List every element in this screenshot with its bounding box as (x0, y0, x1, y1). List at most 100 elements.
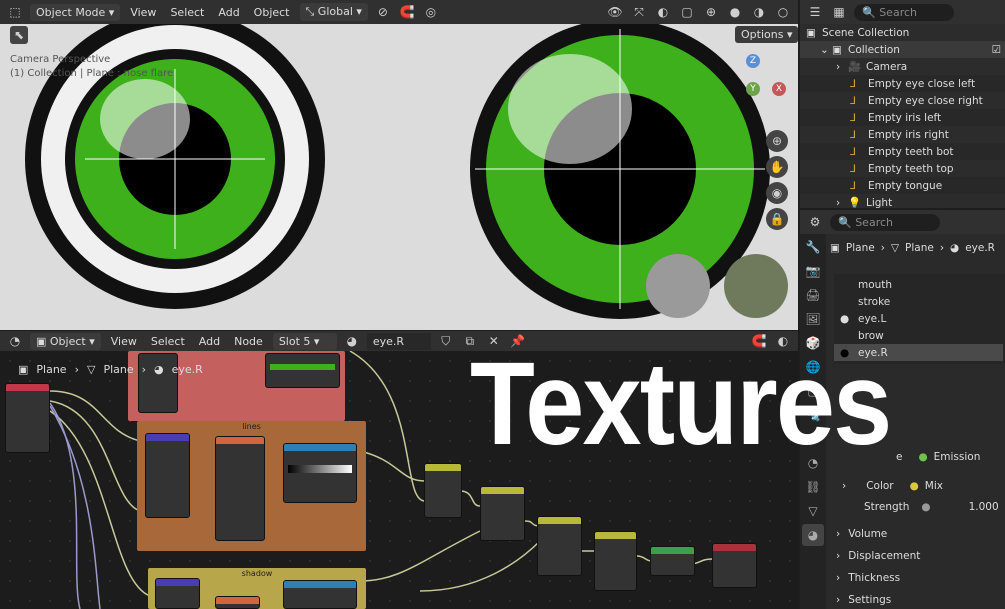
mix-node[interactable] (594, 531, 637, 591)
outliner-row-empty[interactable]: ⅃ Empty eye close left (800, 75, 1005, 92)
outliner-editor-icon[interactable]: ☰ (806, 3, 824, 21)
fake-user-shield-icon[interactable]: ⛉ (437, 332, 455, 350)
snap-icon[interactable]: 🧲 (398, 3, 416, 21)
camera-view-icon[interactable]: ◉ (766, 182, 788, 204)
menu-object[interactable]: Object (250, 4, 294, 21)
material-slot[interactable]: mouth (834, 276, 1003, 293)
mapping-node[interactable] (155, 578, 200, 609)
rendered-shading-icon[interactable]: ○ (774, 3, 792, 21)
slot-dropdown[interactable]: Slot 5 ▾ (272, 332, 337, 350)
mix-node[interactable] (537, 516, 582, 576)
solid-shading-icon[interactable]: ● (726, 3, 744, 21)
thickness-panel[interactable]: › Thickness (830, 568, 1005, 588)
tool-select-icon[interactable]: ⬉ (10, 26, 28, 44)
constraints-tab-icon[interactable]: ⛓ (802, 476, 824, 498)
options-button[interactable]: Options ▾ (735, 26, 798, 43)
shader-type-dropdown[interactable]: ▣ Object ▾ (30, 332, 101, 350)
material-shading-icon[interactable]: ◑ (750, 3, 768, 21)
gizmo-toggle-icon[interactable]: ⤧ (630, 3, 648, 21)
color-ramp-node[interactable] (283, 443, 357, 503)
menu-add[interactable]: Add (214, 4, 243, 21)
menu-select[interactable]: Select (147, 333, 189, 350)
mix-node[interactable] (480, 486, 525, 541)
outliner-label: Scene Collection (822, 26, 910, 39)
properties-editor-icon[interactable]: ⚙ (806, 213, 824, 231)
outliner-row-empty[interactable]: ⅃ Empty teeth bot (800, 143, 1005, 160)
empty-object-icon: ⅃ (850, 77, 856, 90)
zoom-icon[interactable]: ⊕ (766, 130, 788, 152)
overlay-icon[interactable]: ◐ (654, 3, 672, 21)
menu-view[interactable]: View (126, 4, 160, 21)
navigation-gizmo[interactable]: Z Y X (722, 52, 792, 122)
editor-type-icon[interactable]: ⬚ (6, 3, 24, 21)
outliner-row-camera[interactable]: › 🎥 Camera (800, 58, 1005, 75)
color-ramp-node[interactable] (283, 580, 357, 609)
material-browse-icon[interactable]: ◕ (343, 332, 361, 350)
outliner[interactable]: ☰ ▦ 🔍 Search ▣ Scene Collection ⌄ ▣ Coll… (800, 0, 1005, 208)
outliner-row-collection[interactable]: ⌄ ▣ Collection ☑ (800, 41, 1005, 58)
strength-value[interactable]: 1.000 (969, 501, 999, 513)
outliner-search-field[interactable]: 🔍 Search (854, 3, 954, 21)
outliner-row-scene-collection[interactable]: ▣ Scene Collection (800, 24, 1005, 41)
noise-texture-node[interactable] (215, 436, 265, 541)
viewport-canvas[interactable]: Camera Perspective (1) Collection | Plan… (0, 24, 798, 330)
pivot-icon[interactable]: ⊘ (374, 3, 392, 21)
chevron-down-icon[interactable]: ⌄ (820, 44, 832, 56)
properties-search-field[interactable]: 🔍 Search (830, 213, 940, 231)
mode-dropdown[interactable]: Object Mode ▾ (30, 3, 121, 21)
output-tab-icon[interactable]: 🖨 (802, 284, 824, 306)
left-eye (25, 24, 325, 309)
mapping-node[interactable] (138, 353, 178, 413)
menu-select[interactable]: Select (166, 4, 208, 21)
proportional-edit-icon[interactable]: ◎ (422, 3, 440, 21)
material-slot[interactable]: ● eye.L (834, 310, 1003, 327)
settings-panel[interactable]: › Settings (830, 590, 1005, 609)
outliner-row-empty[interactable]: ⅃ Empty iris left (800, 109, 1005, 126)
displacement-panel[interactable]: › Displacement (830, 546, 1005, 566)
visibility-icon[interactable]: 👁 (606, 3, 624, 21)
checkbox-icon[interactable]: ☑ (992, 44, 1001, 56)
chevron-right-icon[interactable]: › (836, 197, 848, 209)
menu-view[interactable]: View (107, 333, 141, 350)
render-tab-icon[interactable]: 📷 (802, 260, 824, 282)
color-ramp-node[interactable] (265, 353, 340, 388)
shader-value[interactable]: Emission (934, 451, 981, 463)
xray-icon[interactable]: ▢ (678, 3, 696, 21)
transform-orientation-dropdown[interactable]: ⤡ Global ▾ (299, 3, 368, 21)
volume-panel[interactable]: › Volume (830, 524, 1005, 544)
material-slot[interactable]: stroke (834, 293, 1003, 310)
tool-tab-icon[interactable]: 🔧 (802, 236, 824, 258)
color-row[interactable]: › Color ● Mix (830, 476, 1005, 496)
material-output-node[interactable] (712, 543, 757, 588)
menu-add[interactable]: Add (195, 333, 224, 350)
outliner-row-empty[interactable]: ⅃ Empty tongue (800, 177, 1005, 194)
outliner-row-empty[interactable]: ⅃ Empty eye close right (800, 92, 1005, 109)
3d-viewport[interactable]: Camera Perspective (1) Collection | Plan… (0, 0, 798, 330)
view-layer-tab-icon[interactable]: 🖼 (802, 308, 824, 330)
gizmo-y[interactable]: Y (746, 82, 760, 96)
material-name-field[interactable]: eye.R (366, 332, 431, 350)
outliner-row-light[interactable]: › 💡 Light (800, 194, 1005, 208)
material-tab-icon[interactable]: ◕ (802, 524, 824, 546)
emission-node[interactable] (650, 546, 695, 576)
mapping-node[interactable] (145, 433, 190, 518)
chevron-right-icon[interactable]: › (836, 61, 848, 73)
wireframe-shading-icon[interactable]: ⊕ (702, 3, 720, 21)
texture-coordinate-node[interactable] (5, 383, 50, 453)
lock-icon[interactable]: 🔒 (766, 208, 788, 230)
chevron-right-icon[interactable]: › (842, 480, 846, 492)
mix-node[interactable] (424, 463, 462, 518)
gizmo-x[interactable]: X (772, 82, 786, 96)
outliner-label: Empty teeth top (868, 162, 954, 175)
outliner-row-empty[interactable]: ⅃ Empty teeth top (800, 160, 1005, 177)
pan-hand-icon[interactable]: ✋ (766, 156, 788, 178)
color-value[interactable]: Mix (925, 480, 943, 492)
data-tab-icon[interactable]: ▽ (802, 500, 824, 522)
editor-type-icon[interactable]: ◔ (6, 332, 24, 350)
display-mode-icon[interactable]: ▦ (830, 3, 848, 21)
gizmo-z[interactable]: Z (746, 54, 760, 68)
outliner-row-empty[interactable]: ⅃ Empty iris right (800, 126, 1005, 143)
gradient-texture-node[interactable] (215, 596, 260, 609)
strength-row[interactable]: Strength ● 1.000 (830, 497, 1005, 517)
menu-node[interactable]: Node (230, 333, 267, 350)
